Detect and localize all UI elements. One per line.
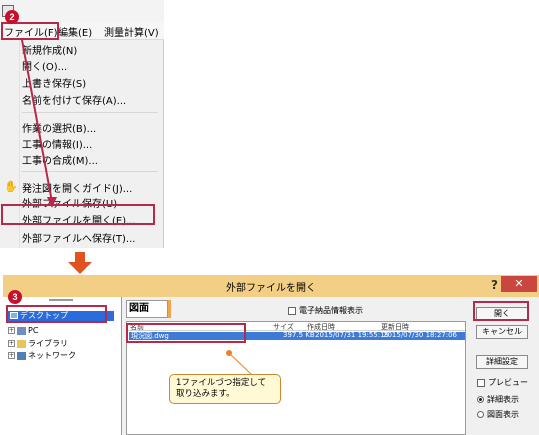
window-top-strip [0, 0, 164, 22]
file-menu-screenshot: ファイル(F) 編集(E) 測量計算(V) 新規作成(N) 開く(O)... 上… [0, 0, 164, 248]
figure-view-radio[interactable]: 図面表示 [477, 409, 519, 420]
dialog-titlebar: 外部ファイルを開く ? ✕ [3, 275, 539, 297]
file-list-pane: 図面 電子納品情報表示 名前 サイズ 作成日時 更新日時 現況図.dwg 397… [124, 297, 468, 435]
checkbox-box[interactable] [477, 378, 485, 387]
menu-item-order-guide[interactable]: 発注図を開くガイド(J)... [22, 180, 132, 195]
detail-settings-button[interactable]: 詳細設定 [476, 355, 528, 369]
step-badge-2: 2 [5, 10, 19, 24]
tab-drawing[interactable]: 図面 [126, 300, 168, 318]
menu-edit[interactable]: 編集(E) [58, 24, 92, 39]
file-created: 2015/07/31 19:55:19 [315, 331, 390, 339]
tree-item-library-label: ライブラリ [28, 339, 68, 348]
computer-icon [17, 326, 26, 335]
callout-line-1: 1ファイルづつ指定して [176, 378, 267, 388]
menu-item-project-info[interactable]: 工事の情報(I)... [22, 136, 92, 151]
open-external-highlight [1, 204, 155, 225]
electronic-delivery-label: 電子納品情報表示 [299, 306, 363, 315]
expand-icon[interactable]: + [8, 352, 15, 359]
open-external-file-dialog: 外部ファイルを開く ? ✕ デスクトップ + PC + ライブラリ + ネットワーク … [3, 275, 539, 435]
checkbox-box[interactable] [288, 306, 296, 315]
close-button[interactable]: ✕ [501, 276, 537, 292]
file-updated: 2015/07/30 18:27:06 [383, 331, 458, 339]
tree-item-network[interactable]: + ネットワーク [8, 350, 76, 360]
help-icon[interactable]: ? [491, 278, 498, 292]
open-button-highlight [473, 301, 529, 321]
figure-view-label: 図面表示 [487, 410, 519, 419]
down-arrow-icon [68, 252, 92, 274]
preview-label: プレビュー [488, 378, 528, 387]
dialog-title: 外部ファイルを開く [226, 283, 316, 294]
network-icon [17, 351, 26, 360]
cancel-button[interactable]: キャンセル [476, 325, 528, 339]
file-menu-highlight [1, 22, 59, 40]
menu-separator [22, 112, 158, 113]
detail-view-radio[interactable]: 詳細表示 [477, 394, 519, 405]
menu-item-save-as[interactable]: 名前を付けて保存(A)... [22, 92, 126, 107]
expand-icon[interactable]: + [8, 340, 15, 347]
radio-unselected[interactable] [477, 411, 484, 418]
tree-item-network-label: ネットワーク [28, 351, 76, 360]
radio-selected[interactable] [477, 396, 484, 403]
tree-item-library[interactable]: + ライブラリ [8, 338, 68, 348]
step-badge-3: 3 [8, 290, 22, 304]
menu-item-project-merge[interactable]: 工事の合成(M)... [22, 152, 98, 167]
menu-item-save-external[interactable]: 外部ファイルへ保存(T)... [22, 230, 135, 245]
menu-item-select-work[interactable]: 作業の選択(B)... [22, 120, 96, 135]
menu-item-save[interactable]: 上書き保存(S) [22, 75, 86, 90]
file-size: 397.5 KB [283, 331, 315, 339]
callout-line-2: 取り込みます。 [176, 389, 235, 399]
tree-item-pc-label: PC [28, 326, 39, 335]
menu-separator [22, 171, 158, 172]
menu-item-open[interactable]: 開く(O)... [22, 58, 67, 73]
callout-dot [226, 350, 232, 356]
hand-pointer-icon: ✋ [4, 180, 18, 193]
library-folder-icon [17, 339, 26, 348]
expand-icon[interactable]: + [8, 327, 15, 334]
electronic-delivery-checkbox[interactable]: 電子納品情報表示 [288, 305, 363, 316]
menu-survey-calc[interactable]: 測量計算(V) [104, 24, 159, 39]
menu-item-new[interactable]: 新規作成(N) [22, 42, 77, 57]
tab-accent [168, 300, 171, 318]
callout-note: 1ファイルづつ指定して 取り込みます。 [169, 374, 281, 404]
tree-divider [49, 299, 73, 301]
detail-view-label: 詳細表示 [487, 395, 519, 404]
preview-checkbox[interactable]: プレビュー [477, 377, 528, 388]
file-highlight [126, 323, 246, 343]
tree-item-pc[interactable]: + PC [8, 326, 38, 336]
desktop-highlight [6, 305, 107, 323]
